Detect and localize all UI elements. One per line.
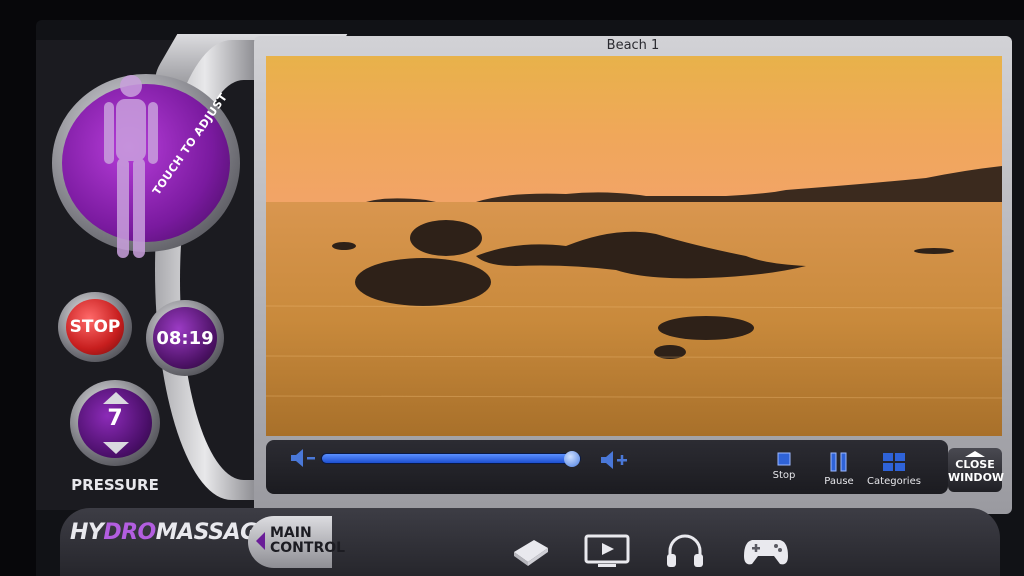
stop-video-label: Stop <box>772 470 796 481</box>
beach-sunset-video-frame <box>266 56 1002 436</box>
pause-video-button[interactable]: Pause <box>820 452 858 487</box>
main-control-label-2: CONTROL <box>270 540 346 556</box>
close-arrow-icon <box>965 451 985 457</box>
pause-video-label: Pause <box>824 476 854 487</box>
session-timer: 08:19 <box>153 307 217 369</box>
headphones-icon[interactable] <box>664 534 706 568</box>
pressure-value: 7 <box>107 406 123 431</box>
volume-down-icon[interactable] <box>288 446 318 470</box>
main-control-label-1: MAIN <box>270 525 312 541</box>
video-title: Beach 1 <box>606 38 660 53</box>
pause-icon <box>830 452 847 472</box>
video-player[interactable] <box>266 56 1002 436</box>
video-icon[interactable] <box>584 534 630 568</box>
volume-up-icon[interactable] <box>598 448 630 472</box>
pressure-label: PRESSURE <box>71 476 159 494</box>
volume-slider[interactable] <box>322 454 580 463</box>
close-label-line1: CLOSE <box>955 458 995 471</box>
pressure-up-arrow-icon[interactable] <box>103 392 129 404</box>
body-silhouette-icon <box>104 75 158 258</box>
stop-video-button[interactable]: Stop <box>766 452 802 481</box>
categories-label: Categories <box>867 476 921 487</box>
logo-part-dro: DRO <box>103 520 156 545</box>
main-control-label: MAIN CONTROL <box>270 526 345 556</box>
categories-icon <box>883 453 905 471</box>
categories-button[interactable]: Categories <box>866 452 922 487</box>
close-label-line2: WINDOW <box>948 471 1005 484</box>
stop-massage-button[interactable]: STOP <box>66 299 124 355</box>
book-icon[interactable] <box>510 534 552 568</box>
stop-icon <box>777 452 791 466</box>
back-arrow-icon <box>256 532 265 550</box>
logo-part-hy: HY <box>70 520 104 545</box>
pressure-down-arrow-icon[interactable] <box>103 442 129 454</box>
hydromassage-logo: HYDROMASSAGE <box>70 520 273 545</box>
close-window-button[interactable]: CLOSE WINDOW <box>948 448 1005 492</box>
gamepad-icon[interactable] <box>742 534 790 568</box>
